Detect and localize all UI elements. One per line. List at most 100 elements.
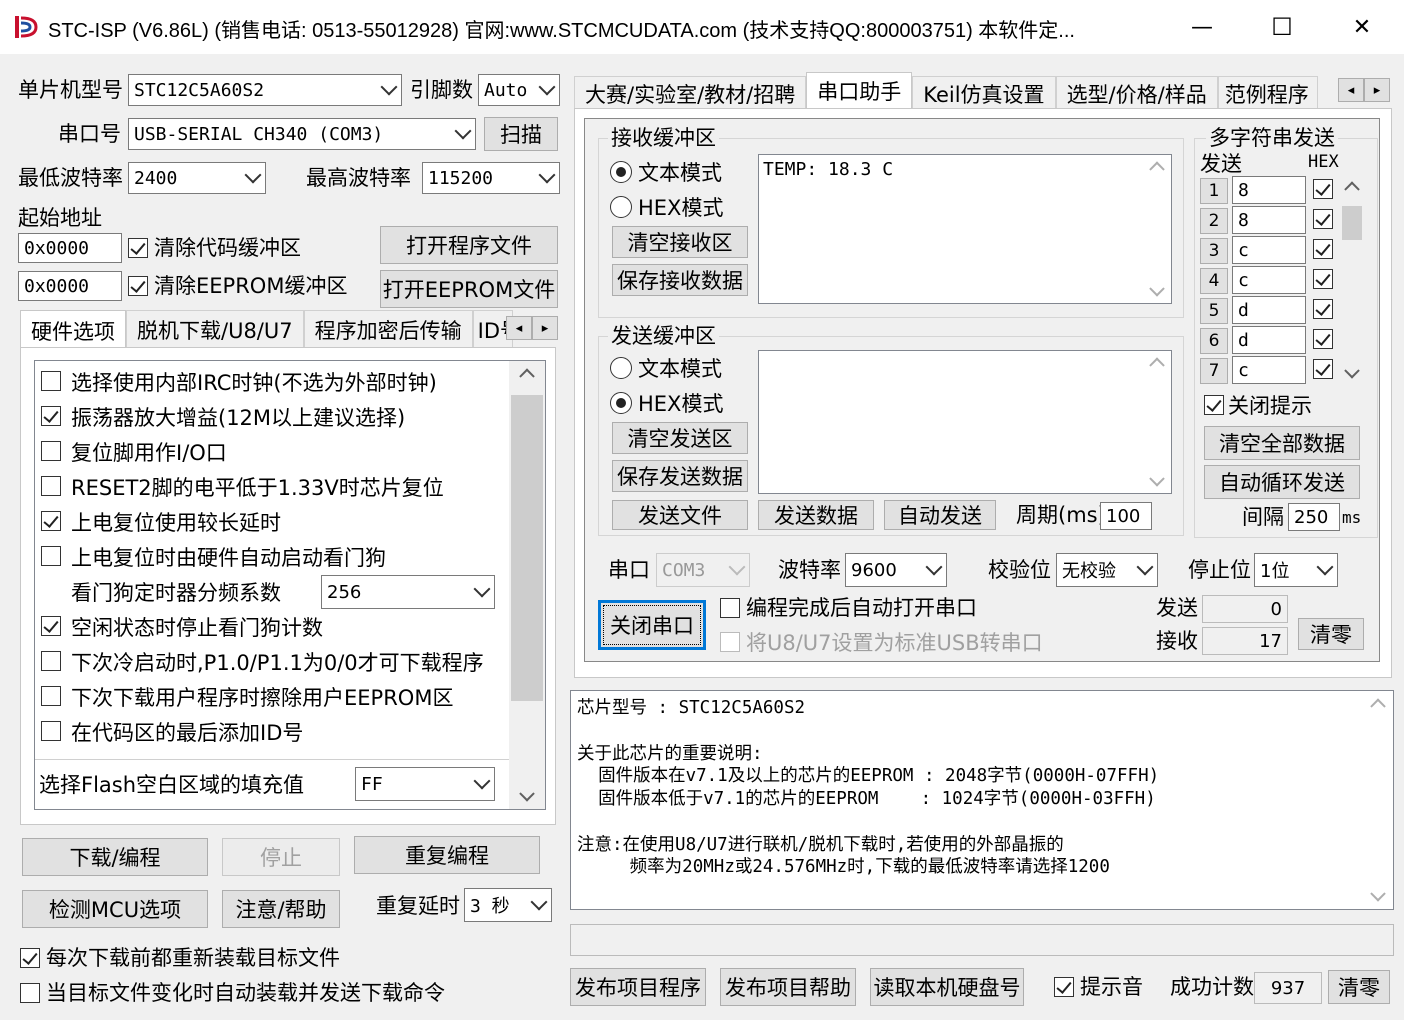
clear-all-data-button[interactable]: 清空全部数据 xyxy=(1204,426,1360,460)
port-select[interactable]: USB-SERIAL CH340 (COM3) xyxy=(128,118,476,150)
serial-port-select[interactable]: COM3 xyxy=(656,553,750,587)
multi-send-button-7[interactable]: 7 xyxy=(1200,358,1228,384)
multi-string-input[interactable]: c xyxy=(1232,356,1306,384)
start-addr-code-input[interactable]: 0x0000 xyxy=(18,233,122,263)
help-button[interactable]: 注意/帮助 xyxy=(222,890,340,928)
check-mcu-button[interactable]: 检测MCU选项 xyxy=(22,890,208,928)
publish-help-button[interactable]: 发布项目帮助 xyxy=(720,968,856,1006)
usb-serial-checkbox[interactable] xyxy=(720,632,740,652)
multi-string-input[interactable]: d xyxy=(1232,326,1306,354)
multi-hex-checkbox[interactable] xyxy=(1313,329,1333,349)
wdt-select[interactable]: 256 xyxy=(321,575,495,609)
send-save-button[interactable]: 保存发送数据 xyxy=(612,460,748,492)
close-button[interactable]: ✕ xyxy=(1322,0,1402,54)
reload-checkbox[interactable] xyxy=(20,948,40,968)
scroll-up-icon[interactable] xyxy=(1143,155,1171,185)
mcu-select[interactable]: STC12C5A60S2 xyxy=(128,74,402,106)
send-text-mode-radio[interactable] xyxy=(610,357,632,379)
recv-textarea[interactable]: TEMP: 18.3 C xyxy=(758,154,1172,304)
open-program-file-button[interactable]: 打开程序文件 xyxy=(380,226,558,264)
scroll-up-icon[interactable] xyxy=(1143,351,1171,381)
recv-scrollbar[interactable] xyxy=(1143,155,1171,303)
clear-count-button[interactable]: 清零 xyxy=(1298,618,1364,650)
scroll-up-icon[interactable] xyxy=(509,361,545,393)
scroll-down-icon[interactable] xyxy=(1143,463,1171,493)
tab-selection[interactable]: 选型/价格/样品 xyxy=(1055,76,1218,110)
options-scrollbar[interactable] xyxy=(509,361,545,809)
stop-button[interactable]: 停止 xyxy=(222,838,340,876)
min-baud-select[interactable]: 2400 xyxy=(128,162,266,194)
reprogram-button[interactable]: 重复编程 xyxy=(354,836,540,874)
option-checkbox[interactable] xyxy=(41,546,61,566)
multi-string-input[interactable]: d xyxy=(1232,296,1306,324)
tab-keil[interactable]: Keil仿真设置 xyxy=(912,76,1056,110)
maximize-button[interactable]: ☐ xyxy=(1242,0,1322,54)
recv-text-mode-radio[interactable] xyxy=(610,161,632,183)
publish-program-button[interactable]: 发布项目程序 xyxy=(570,968,706,1006)
info-scrollbar[interactable] xyxy=(1363,691,1393,909)
scrollbar-thumb[interactable] xyxy=(1342,206,1362,240)
option-checkbox[interactable] xyxy=(41,371,61,391)
multi-string-input[interactable]: c xyxy=(1232,236,1306,264)
tab-encrypted-transfer[interactable]: 程序加密后传输 xyxy=(303,310,473,348)
tab-hardware-options[interactable]: 硬件选项 xyxy=(20,310,126,350)
multi-hex-checkbox[interactable] xyxy=(1313,299,1333,319)
multi-send-button-3[interactable]: 3 xyxy=(1200,238,1228,264)
scroll-down-icon[interactable] xyxy=(1363,877,1393,909)
scroll-down-icon[interactable] xyxy=(509,777,545,809)
max-baud-select[interactable]: 115200 xyxy=(422,162,560,194)
beep-checkbox[interactable] xyxy=(1054,977,1074,997)
scroll-up-icon[interactable] xyxy=(1363,691,1393,723)
interval-input[interactable]: 250 xyxy=(1288,503,1340,531)
option-checkbox[interactable] xyxy=(41,651,61,671)
tab-scroll-right-button[interactable]: ▸ xyxy=(1364,78,1390,102)
multi-scrollbar[interactable] xyxy=(1340,176,1364,384)
clear-code-checkbox[interactable] xyxy=(128,238,148,258)
tab-scroll-left-button[interactable]: ◂ xyxy=(1338,78,1364,102)
read-disk-button[interactable]: 读取本机硬盘号 xyxy=(870,968,1024,1006)
scroll-up-icon[interactable] xyxy=(1340,176,1364,204)
auto-load-checkbox[interactable] xyxy=(20,983,40,1003)
multi-hex-checkbox[interactable] xyxy=(1313,269,1333,289)
recv-hex-mode-radio[interactable] xyxy=(610,196,632,218)
recv-save-button[interactable]: 保存接收数据 xyxy=(612,264,748,296)
open-eeprom-file-button[interactable]: 打开EEPROM文件 xyxy=(380,270,558,308)
scroll-down-icon[interactable] xyxy=(1340,356,1364,384)
multi-string-input[interactable]: 8 xyxy=(1232,176,1306,204)
send-file-button[interactable]: 发送文件 xyxy=(612,500,748,530)
option-checkbox[interactable] xyxy=(41,686,61,706)
multi-send-button-1[interactable]: 1 xyxy=(1200,178,1228,204)
multi-send-button-4[interactable]: 4 xyxy=(1200,268,1228,294)
recv-clear-button[interactable]: 清空接收区 xyxy=(612,226,748,258)
option-checkbox[interactable] xyxy=(41,441,61,461)
parity-select[interactable]: 无校验 xyxy=(1056,553,1158,587)
multi-send-button-2[interactable]: 2 xyxy=(1200,208,1228,234)
multi-send-button-6[interactable]: 6 xyxy=(1200,328,1228,354)
start-addr-eeprom-input[interactable]: 0x0000 xyxy=(18,271,122,301)
scroll-down-icon[interactable] xyxy=(1143,273,1171,303)
option-checkbox[interactable] xyxy=(41,721,61,741)
download-program-button[interactable]: 下载/编程 xyxy=(22,838,208,876)
pin-select[interactable]: Auto xyxy=(478,74,560,106)
option-checkbox[interactable] xyxy=(41,616,61,636)
tab-contest[interactable]: 大赛/实验室/教材/招聘 xyxy=(574,76,807,110)
stop-bits-select[interactable]: 1位 xyxy=(1254,553,1338,587)
close-hint-checkbox[interactable] xyxy=(1204,395,1224,415)
auto-loop-send-button[interactable]: 自动循环发送 xyxy=(1204,465,1360,499)
tab-offline-download[interactable]: 脱机下载/U8/U7 xyxy=(126,310,304,348)
multi-hex-checkbox[interactable] xyxy=(1313,209,1333,229)
send-data-button[interactable]: 发送数据 xyxy=(758,500,874,530)
send-scrollbar[interactable] xyxy=(1143,351,1171,493)
multi-hex-checkbox[interactable] xyxy=(1313,359,1333,379)
send-textarea[interactable] xyxy=(758,350,1172,494)
clear-eeprom-checkbox[interactable] xyxy=(128,276,148,296)
tab-scroll-left-button[interactable]: ◂ xyxy=(506,316,532,340)
tab-scroll-right-button[interactable]: ▸ xyxy=(532,316,558,340)
option-checkbox[interactable] xyxy=(41,476,61,496)
multi-string-input[interactable]: 8 xyxy=(1232,206,1306,234)
option-checkbox[interactable] xyxy=(41,406,61,426)
baud-rate-select[interactable]: 9600 xyxy=(845,553,947,587)
multi-send-button-5[interactable]: 5 xyxy=(1200,298,1228,324)
send-hex-mode-radio[interactable] xyxy=(610,392,632,414)
clear-success-button[interactable]: 清零 xyxy=(1328,970,1390,1004)
